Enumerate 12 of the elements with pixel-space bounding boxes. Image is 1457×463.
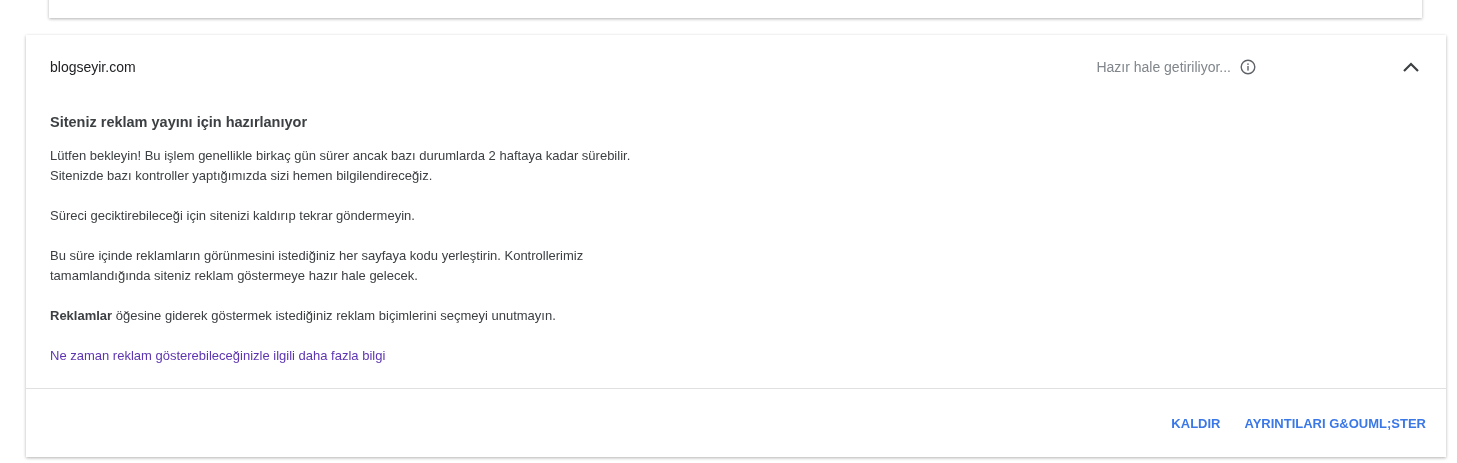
paragraph: Reklamlar öğesine giderek göstermek istediğiniz reklam biçimlerini seçmeyi unutmayın.: [50, 307, 557, 325]
section-heading: Siteniz reklam yayını için hazırlanıyor: [50, 114, 309, 130]
paragraph: Süreci geciktirebileceği için sitenizi kaldırıp tekrar göndermeyin.: [50, 207, 416, 225]
info-icon[interactable]: [1240, 59, 1256, 75]
chevron-icon[interactable]: [1402, 61, 1420, 73]
action-button[interactable]: KALDIR: [1159, 407, 1233, 439]
site-name: blogseyir.com: [50, 59, 137, 75]
status-text: Hazır hale getiriliyor...: [1096, 59, 1231, 75]
action-button[interactable]: AYRINTILARI G&OUML;STER: [1232, 407, 1438, 439]
paragraph: Lütfen bekleyin! Bu işlem genellikle birkaç gün sürer ancak bazı durumlarda 2 haftaya kadar sürebilir. Sitenizde bazı kontroller yaptığımızda sizi hemen bilgilendireceğiz.: [50, 147, 632, 185]
paragraph: Bu süre içinde reklamların görünmesini istediğiniz her sayfaya kodu yerleştirin. Kontrollerimiz tamamlandığında siteniz reklam göstermeye hazır hale gelecek.: [50, 247, 585, 285]
help-link[interactable]: Ne zaman reklam gösterebileceğinizle ilgili daha fazla bilgi: [50, 346, 386, 366]
